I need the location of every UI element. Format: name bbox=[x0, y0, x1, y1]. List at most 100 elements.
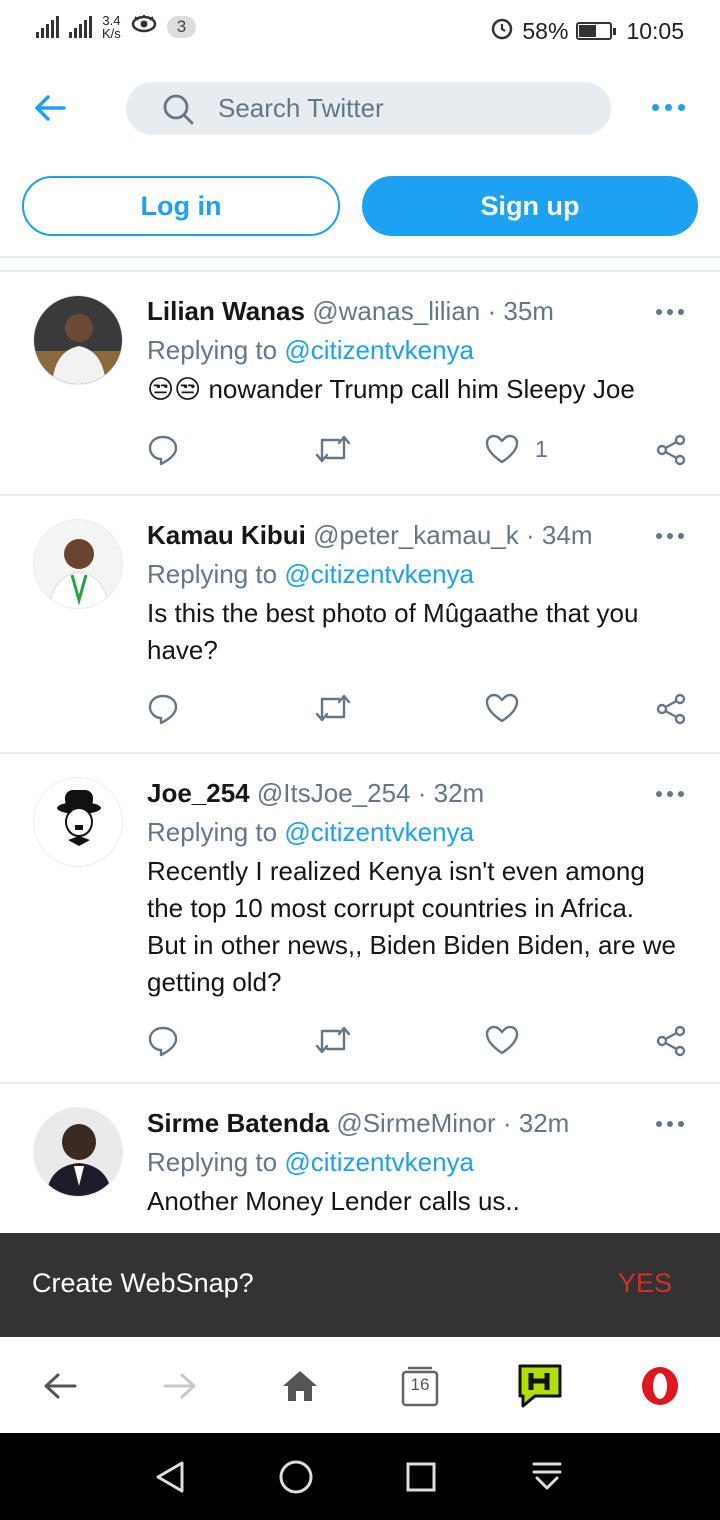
signup-button[interactable]: Sign up bbox=[362, 176, 698, 236]
share-icon bbox=[656, 693, 686, 725]
home-icon bbox=[283, 1371, 317, 1401]
eye-icon bbox=[131, 14, 157, 40]
retweet-button[interactable] bbox=[315, 693, 351, 723]
reply-mention-link[interactable]: @citizentvkenya bbox=[284, 817, 474, 847]
tweet-text: Another Money Lender calls us.. bbox=[147, 1186, 520, 1216]
share-button[interactable] bbox=[655, 693, 687, 725]
signal-icon bbox=[69, 16, 92, 38]
nav-recents-button[interactable] bbox=[401, 1457, 441, 1497]
nav-back-button[interactable] bbox=[150, 1457, 190, 1497]
tweet-time[interactable]: 32m bbox=[519, 1108, 570, 1138]
replying-to: Replying to @citizentvkenya bbox=[147, 817, 475, 847]
arrow-left-icon bbox=[35, 95, 66, 121]
reply-icon bbox=[148, 435, 178, 466]
reply-button[interactable] bbox=[147, 434, 179, 466]
tweet[interactable]: Joe_254 @ItsJoe_254 · 32m Replying to @c… bbox=[0, 754, 720, 1084]
tweet-author-name[interactable]: Kamau Kibui bbox=[147, 520, 306, 550]
triangle-back-icon bbox=[156, 1461, 184, 1493]
reply-mention-link[interactable]: @citizentvkenya bbox=[284, 335, 474, 365]
browser-back-button[interactable] bbox=[35, 1361, 85, 1411]
home-button[interactable] bbox=[275, 1361, 325, 1411]
reply-button[interactable] bbox=[147, 1025, 179, 1057]
arrow-left-icon bbox=[44, 1373, 77, 1399]
tweet-time[interactable]: 34m bbox=[542, 520, 593, 550]
snackbar-yes-button[interactable]: YES bbox=[618, 1268, 672, 1299]
tweet-author-name[interactable]: Sirme Batenda bbox=[147, 1108, 329, 1138]
pull-down-icon bbox=[532, 1462, 562, 1490]
search-input[interactable]: Search Twitter bbox=[126, 82, 611, 135]
more-options-icon[interactable] bbox=[652, 104, 685, 111]
share-icon bbox=[656, 434, 686, 466]
retweet-button[interactable] bbox=[315, 434, 351, 464]
heart-icon bbox=[485, 434, 519, 464]
tweet[interactable]: Sirme Batenda @SirmeMinor · 32m Replying… bbox=[0, 1084, 720, 1233]
auth-buttons: Log in Sign up bbox=[0, 176, 720, 238]
tabs-button[interactable]: 16 bbox=[395, 1361, 445, 1411]
browser-toolbar: 16 bbox=[0, 1337, 720, 1433]
tweet-more-icon[interactable] bbox=[656, 309, 684, 315]
retweet-icon bbox=[315, 435, 351, 463]
search-icon bbox=[163, 94, 194, 124]
tweet-author-handle[interactable]: @wanas_lilian bbox=[312, 296, 480, 326]
reply-mention-link[interactable]: @citizentvkenya bbox=[284, 559, 474, 589]
tweet-author-handle[interactable]: @peter_kamau_k bbox=[313, 520, 519, 550]
login-button[interactable]: Log in bbox=[22, 176, 340, 236]
arrow-right-icon bbox=[163, 1373, 196, 1399]
back-button[interactable] bbox=[30, 90, 70, 126]
tweet-text: 😒😒 nowander Trump call him Sleepy Joe bbox=[147, 374, 635, 404]
tweet-time[interactable]: 35m bbox=[503, 296, 554, 326]
heart-icon bbox=[485, 1025, 519, 1055]
tweet-more-icon[interactable] bbox=[656, 1121, 684, 1127]
signal-hplus-icon bbox=[36, 16, 59, 38]
tweet-more-icon[interactable] bbox=[656, 533, 684, 539]
retweet-button[interactable] bbox=[315, 1025, 351, 1055]
tweet-text: Recently I realized Kenya isn't even amo… bbox=[147, 856, 676, 997]
avatar[interactable] bbox=[33, 295, 123, 385]
like-button[interactable]: 1 bbox=[485, 434, 548, 464]
heart-icon bbox=[485, 693, 519, 723]
share-button[interactable] bbox=[655, 434, 687, 466]
hype-button[interactable] bbox=[515, 1361, 565, 1411]
avatar[interactable] bbox=[33, 1107, 123, 1197]
browser-forward-button[interactable] bbox=[155, 1361, 205, 1411]
like-button[interactable] bbox=[485, 693, 519, 723]
retweet-icon bbox=[315, 1026, 351, 1054]
like-button[interactable] bbox=[485, 1025, 519, 1055]
circle-home-icon bbox=[279, 1460, 313, 1494]
reply-mention-link[interactable]: @citizentvkenya bbox=[284, 1147, 474, 1177]
like-count: 1 bbox=[535, 435, 548, 462]
nav-notifications-button[interactable] bbox=[527, 1457, 567, 1497]
replying-to: Replying to @citizentvkenya bbox=[147, 1147, 475, 1177]
reply-button[interactable] bbox=[147, 693, 179, 725]
websnap-snackbar: Create WebSnap? YES bbox=[0, 1233, 720, 1337]
battery-percent: 58% bbox=[522, 17, 569, 44]
tweet-more-icon[interactable] bbox=[656, 791, 684, 797]
avatar[interactable] bbox=[33, 519, 123, 609]
tab-count: 16 bbox=[410, 1375, 430, 1394]
tweet-author-handle[interactable]: @SirmeMinor bbox=[336, 1108, 495, 1138]
tweet-actions: 1 bbox=[147, 434, 692, 474]
search-header: Search Twitter bbox=[0, 60, 720, 156]
retweet-icon bbox=[315, 694, 351, 722]
tweet-time[interactable]: 32m bbox=[434, 778, 485, 808]
share-button[interactable] bbox=[655, 1025, 687, 1057]
tweet-author-handle[interactable]: @ItsJoe_254 bbox=[257, 778, 411, 808]
tweet-actions bbox=[147, 693, 692, 733]
tweet-header: Joe_254 @ItsJoe_254 · 32m bbox=[147, 778, 485, 808]
battery-icon bbox=[576, 22, 617, 40]
tweet-header: Sirme Batenda @SirmeMinor · 32m bbox=[147, 1108, 570, 1138]
tweet[interactable]: Lilian Wanas @wanas_lilian · 35m Replyin… bbox=[0, 272, 720, 496]
status-bar: 3.4 K/s 3 58% 10:05 bbox=[0, 0, 720, 60]
system-nav-bar bbox=[0, 1433, 720, 1520]
nav-home-button[interactable] bbox=[276, 1457, 316, 1497]
tweet-header: Kamau Kibui @peter_kamau_k · 34m bbox=[147, 520, 593, 550]
avatar[interactable] bbox=[33, 777, 123, 867]
opera-menu-button[interactable] bbox=[635, 1361, 685, 1411]
tweet-actions bbox=[147, 1025, 692, 1065]
tweet-author-name[interactable]: Joe_254 bbox=[147, 778, 250, 808]
tweet[interactable]: Kamau Kibui @peter_kamau_k · 34m Replyin… bbox=[0, 496, 720, 754]
replying-to: Replying to @citizentvkenya bbox=[147, 559, 475, 589]
network-speed: 3.4 K/s bbox=[102, 13, 121, 41]
clock: 10:05 bbox=[626, 17, 684, 44]
tweet-author-name[interactable]: Lilian Wanas bbox=[147, 296, 305, 326]
